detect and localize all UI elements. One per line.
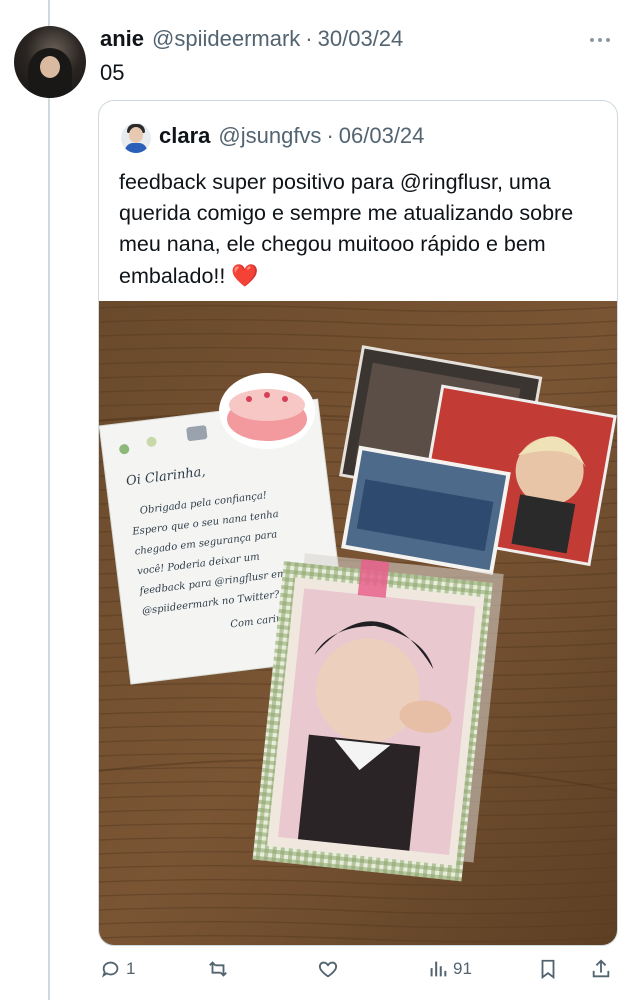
main-photocard: [252, 553, 504, 882]
quoted-tweet-photo[interactable]: Oi Clarinha, Obrigada pela confiança! Es…: [99, 301, 617, 945]
author-avatar[interactable]: [14, 26, 86, 98]
tweet-header: anie @spiideermark · 30/03/24: [100, 26, 403, 54]
header-separator: ·: [305, 26, 313, 51]
cake-sticker: [219, 373, 315, 449]
avatar-face: [40, 56, 60, 78]
photo-illustration: Oi Clarinha, Obrigada pela confiança! Es…: [99, 301, 617, 945]
reply-button[interactable]: 1: [100, 958, 135, 980]
share-icon: [592, 959, 610, 978]
like-button[interactable]: [317, 958, 343, 980]
quoted-author-handle[interactable]: @jsungfvs: [218, 123, 321, 149]
heart-emoji: ❤️: [231, 263, 259, 288]
quoted-tweet-text: feedback super positivo para @ringflusr,…: [119, 167, 599, 292]
quoted-tweet-body: feedback super positivo para @ringflusr,…: [119, 170, 574, 288]
reply-count: 1: [126, 959, 136, 978]
reply-icon: [102, 961, 119, 978]
share-button[interactable]: [590, 958, 612, 980]
views-count: 91: [453, 959, 472, 978]
views-icon: [430, 961, 447, 977]
retweet-icon: [209, 961, 227, 977]
quoted-author-avatar[interactable]: [121, 123, 151, 153]
tweet-actions: 1 91: [100, 958, 620, 988]
retweet-button[interactable]: [207, 958, 233, 980]
tweet-text: 05: [100, 60, 125, 85]
views-button[interactable]: 91: [427, 958, 472, 980]
author-handle[interactable]: @spiideermark: [152, 26, 300, 52]
more-horizontal-icon[interactable]: [586, 30, 614, 50]
quoted-tweet-header: clara @jsungfvs · 06/03/24: [159, 123, 424, 149]
bookmark-icon: [541, 959, 555, 980]
thread-line: [48, 0, 50, 1000]
bookmark-button[interactable]: [537, 958, 559, 980]
tweet-date[interactable]: 30/03/24: [318, 26, 404, 52]
quoted-header-separator: ·: [326, 123, 334, 148]
quoted-author-name[interactable]: clara: [159, 123, 210, 149]
heart-icon: [318, 961, 338, 978]
quoted-tweet-card[interactable]: clara @jsungfvs · 06/03/24 feedback supe…: [98, 100, 618, 946]
author-name[interactable]: anie: [100, 26, 144, 52]
quoted-tweet-date[interactable]: 06/03/24: [339, 123, 425, 149]
